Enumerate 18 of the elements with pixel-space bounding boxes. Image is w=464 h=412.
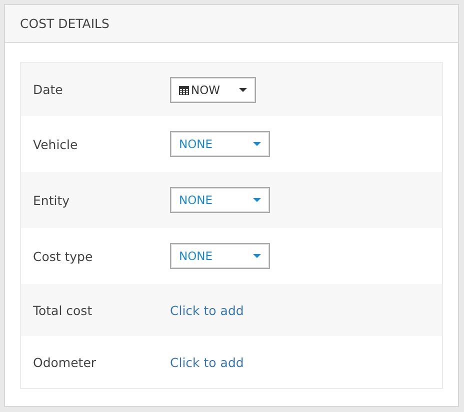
field-label: Cost type [33,248,94,264]
field-label: Date [33,82,64,97]
select-dropdown[interactable]: NONE [170,187,270,213]
add-link[interactable]: Click to add [170,354,244,370]
field-label: Odometer [33,354,98,370]
panel-title: COST DETAILS [20,16,110,31]
caret-icon [253,198,261,202]
caret-icon [253,142,261,146]
caret-icon [253,254,261,258]
select-dropdown[interactable]: NONE [170,243,270,269]
caret-icon [239,88,247,92]
calendar-icon [179,84,189,94]
field-label: Entity [33,192,70,208]
field-label: Vehicle [33,136,79,152]
date-dropdown[interactable]: NOW [170,76,256,102]
select-dropdown[interactable]: NONE [170,131,270,157]
field-label: Total cost [33,302,94,318]
add-link[interactable]: Click to add [170,302,244,318]
